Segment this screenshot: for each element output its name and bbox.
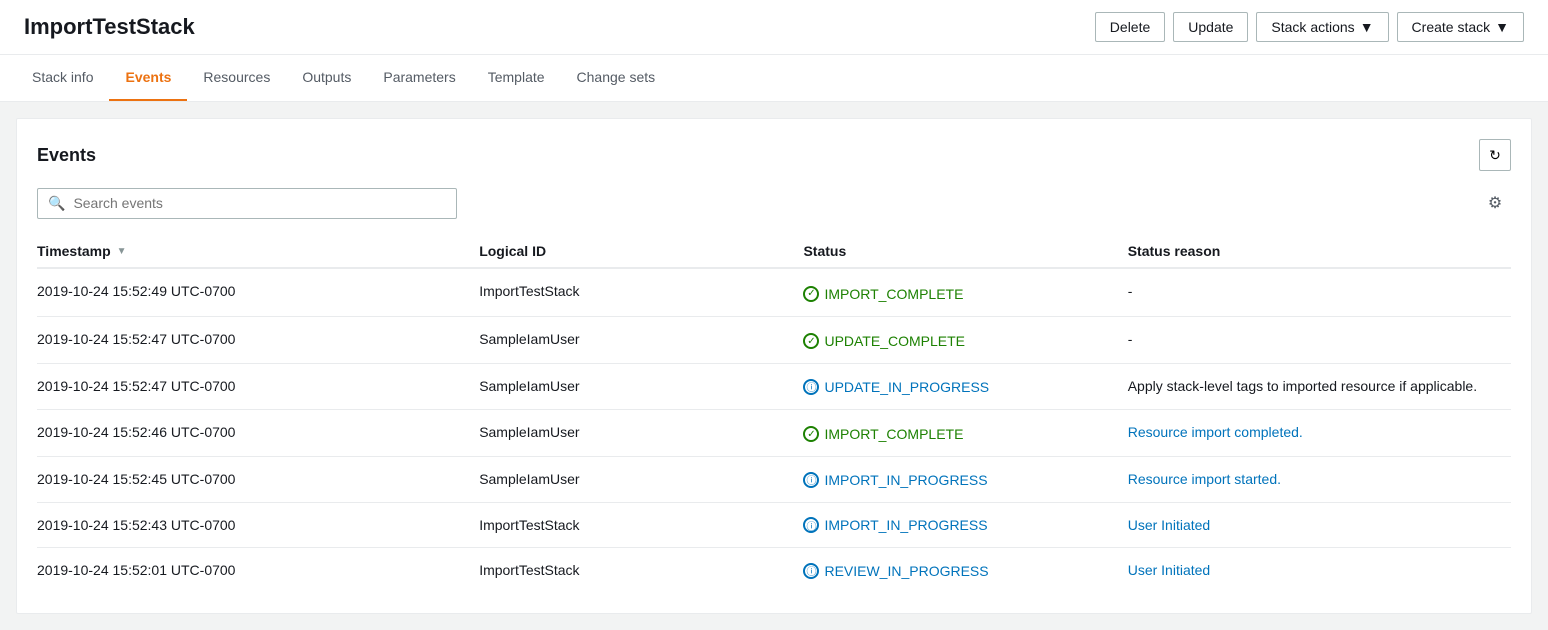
cell-timestamp: 2019-10-24 15:52:47 UTC-0700: [37, 364, 479, 410]
header-actions: Delete Update Stack actions ▼ Create sta…: [1095, 12, 1524, 42]
cell-status-reason: -: [1128, 316, 1511, 364]
events-title: Events: [37, 145, 96, 166]
status-text: IMPORT_COMPLETE: [824, 286, 963, 302]
table-row: 2019-10-24 15:52:49 UTC-0700 ImportTestS…: [37, 268, 1511, 316]
status-badge: ✓ UPDATE_COMPLETE: [803, 333, 965, 349]
cell-status: ⓘ IMPORT_IN_PROGRESS: [803, 457, 1127, 503]
search-row: 🔍 ⚙: [37, 187, 1511, 219]
status-icon: ✓: [803, 286, 819, 302]
gear-icon: ⚙: [1488, 193, 1502, 213]
update-button[interactable]: Update: [1173, 12, 1248, 42]
tab-resources[interactable]: Resources: [187, 55, 286, 101]
cell-logical-id: ImportTestStack: [479, 502, 803, 548]
tab-stack-info[interactable]: Stack info: [16, 55, 109, 101]
status-reason-link[interactable]: User Initiated: [1128, 562, 1210, 578]
page-title: ImportTestStack: [24, 14, 195, 40]
status-badge: ⓘ IMPORT_IN_PROGRESS: [803, 472, 987, 488]
cell-timestamp: 2019-10-24 15:52:47 UTC-0700: [37, 316, 479, 364]
cell-status-reason: Apply stack-level tags to imported resou…: [1128, 364, 1511, 410]
status-badge: ⓘ IMPORT_IN_PROGRESS: [803, 517, 987, 533]
table-row: 2019-10-24 15:52:46 UTC-0700 SampleIamUs…: [37, 409, 1511, 457]
status-text: IMPORT_IN_PROGRESS: [824, 517, 987, 533]
search-container: 🔍: [37, 188, 457, 219]
cell-timestamp: 2019-10-24 15:52:45 UTC-0700: [37, 457, 479, 503]
sort-icon[interactable]: ▼: [117, 246, 127, 257]
tab-events[interactable]: Events: [109, 55, 187, 101]
cell-status: ⓘ IMPORT_IN_PROGRESS: [803, 502, 1127, 548]
cell-status: ✓ IMPORT_COMPLETE: [803, 409, 1127, 457]
col-header-timestamp: Timestamp ▼: [37, 235, 479, 268]
cell-timestamp: 2019-10-24 15:52:46 UTC-0700: [37, 409, 479, 457]
stack-actions-button[interactable]: Stack actions ▼: [1256, 12, 1388, 42]
cell-logical-id: ImportTestStack: [479, 548, 803, 593]
status-reason-text: -: [1128, 331, 1133, 347]
chevron-down-icon: ▼: [1495, 19, 1509, 35]
search-input[interactable]: [73, 195, 446, 211]
col-header-status: Status: [803, 235, 1127, 268]
page-header: ImportTestStack Delete Update Stack acti…: [0, 0, 1548, 55]
cell-logical-id: SampleIamUser: [479, 316, 803, 364]
main-content: Events ↻ 🔍 ⚙ Timestamp ▼: [0, 102, 1548, 630]
status-text: REVIEW_IN_PROGRESS: [824, 563, 988, 579]
refresh-button[interactable]: ↻: [1479, 139, 1511, 171]
cell-status: ✓ UPDATE_COMPLETE: [803, 316, 1127, 364]
status-badge: ✓ IMPORT_COMPLETE: [803, 426, 963, 442]
cell-timestamp: 2019-10-24 15:52:01 UTC-0700: [37, 548, 479, 593]
tabs-nav: Stack info Events Resources Outputs Para…: [0, 55, 1548, 102]
status-reason-link[interactable]: Resource import completed.: [1128, 424, 1303, 440]
cell-logical-id: SampleIamUser: [479, 457, 803, 503]
status-icon: ⓘ: [803, 563, 819, 579]
col-header-status-reason: Status reason: [1128, 235, 1511, 268]
settings-button[interactable]: ⚙: [1479, 187, 1511, 219]
status-icon: ⓘ: [803, 472, 819, 488]
status-text: IMPORT_IN_PROGRESS: [824, 472, 987, 488]
table-row: 2019-10-24 15:52:47 UTC-0700 SampleIamUs…: [37, 364, 1511, 410]
create-stack-button[interactable]: Create stack ▼: [1397, 12, 1524, 42]
tab-change-sets[interactable]: Change sets: [561, 55, 672, 101]
status-badge: ✓ IMPORT_COMPLETE: [803, 286, 963, 302]
table-row: 2019-10-24 15:52:47 UTC-0700 SampleIamUs…: [37, 316, 1511, 364]
cell-status-reason: Resource import completed.: [1128, 409, 1511, 457]
status-text: UPDATE_COMPLETE: [824, 333, 965, 349]
events-table: Timestamp ▼ Logical ID Status Status rea…: [37, 235, 1511, 593]
tab-parameters[interactable]: Parameters: [367, 55, 471, 101]
delete-button[interactable]: Delete: [1095, 12, 1165, 42]
tab-outputs[interactable]: Outputs: [286, 55, 367, 101]
cell-status-reason: User Initiated: [1128, 548, 1511, 593]
cell-status: ✓ IMPORT_COMPLETE: [803, 268, 1127, 316]
status-badge: ⓘ UPDATE_IN_PROGRESS: [803, 379, 989, 395]
cell-status-reason: -: [1128, 268, 1511, 316]
status-text: IMPORT_COMPLETE: [824, 426, 963, 442]
status-icon: ✓: [803, 426, 819, 442]
status-text: UPDATE_IN_PROGRESS: [824, 379, 989, 395]
status-reason-text: -: [1128, 283, 1133, 299]
cell-status: ⓘ REVIEW_IN_PROGRESS: [803, 548, 1127, 593]
cell-timestamp: 2019-10-24 15:52:49 UTC-0700: [37, 268, 479, 316]
cell-logical-id: ImportTestStack: [479, 268, 803, 316]
refresh-icon: ↻: [1489, 147, 1501, 164]
status-icon: ⓘ: [803, 379, 819, 395]
cell-status: ⓘ UPDATE_IN_PROGRESS: [803, 364, 1127, 410]
table-header-row: Timestamp ▼ Logical ID Status Status rea…: [37, 235, 1511, 268]
status-reason-link[interactable]: Resource import started.: [1128, 471, 1281, 487]
events-panel: Events ↻ 🔍 ⚙ Timestamp ▼: [16, 118, 1532, 614]
status-icon: ✓: [803, 333, 819, 349]
table-row: 2019-10-24 15:52:45 UTC-0700 SampleIamUs…: [37, 457, 1511, 503]
cell-status-reason: Resource import started.: [1128, 457, 1511, 503]
cell-timestamp: 2019-10-24 15:52:43 UTC-0700: [37, 502, 479, 548]
status-reason-text: Apply stack-level tags to imported resou…: [1128, 378, 1477, 394]
status-icon: ⓘ: [803, 517, 819, 533]
search-icon: 🔍: [48, 195, 65, 212]
status-reason-link[interactable]: User Initiated: [1128, 517, 1210, 533]
cell-status-reason: User Initiated: [1128, 502, 1511, 548]
events-header: Events ↻: [37, 139, 1511, 171]
col-header-logical-id: Logical ID: [479, 235, 803, 268]
cell-logical-id: SampleIamUser: [479, 409, 803, 457]
cell-logical-id: SampleIamUser: [479, 364, 803, 410]
table-row: 2019-10-24 15:52:01 UTC-0700 ImportTestS…: [37, 548, 1511, 593]
tab-template[interactable]: Template: [472, 55, 561, 101]
status-badge: ⓘ REVIEW_IN_PROGRESS: [803, 563, 988, 579]
chevron-down-icon: ▼: [1360, 19, 1374, 35]
table-row: 2019-10-24 15:52:43 UTC-0700 ImportTestS…: [37, 502, 1511, 548]
